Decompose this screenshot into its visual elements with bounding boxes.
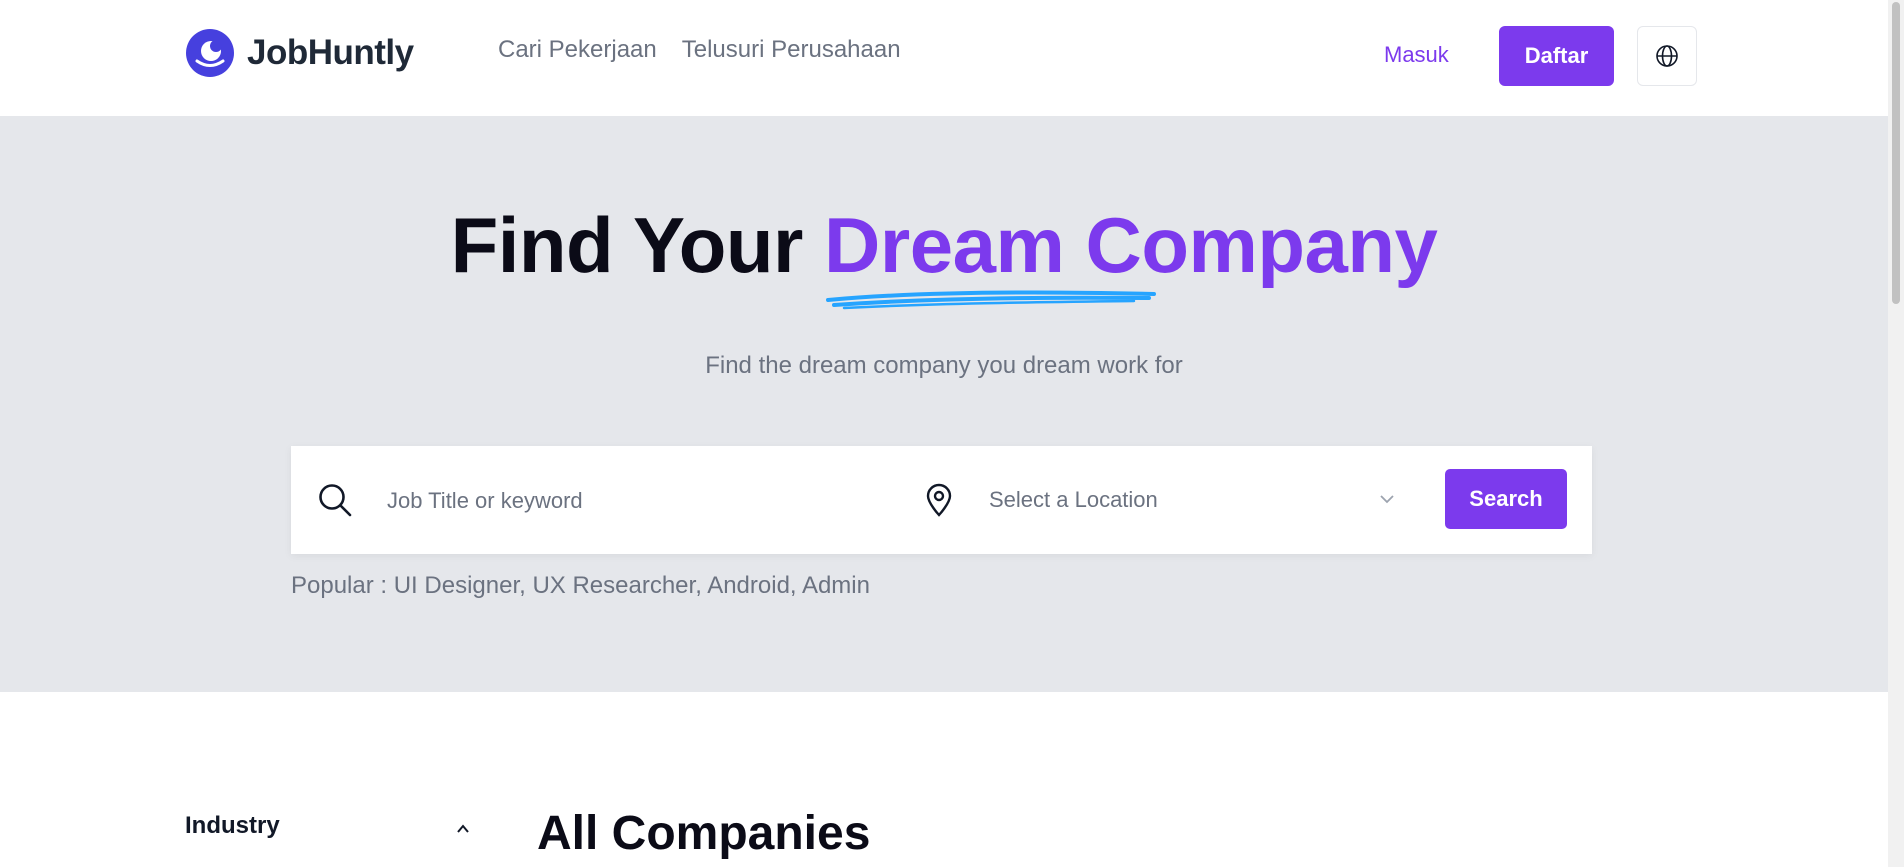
nav-item-find-jobs[interactable]: Cari Pekerjaan: [498, 36, 657, 64]
search-button[interactable]: Search: [1445, 469, 1567, 529]
login-link[interactable]: Masuk: [1384, 42, 1449, 68]
scribble-underline: [826, 290, 1157, 310]
search-icon: [319, 484, 352, 517]
hero-subtitle: Find the dream company you dream work fo…: [705, 352, 1183, 379]
scrollbar-thumb[interactable]: [1892, 2, 1900, 304]
brand-logo[interactable]: JobHuntly: [185, 28, 414, 78]
industry-filter-title[interactable]: Industry: [185, 812, 280, 840]
hero-title-plain: Find Your: [450, 201, 804, 289]
language-button[interactable]: [1637, 26, 1697, 86]
page-scrollbar[interactable]: [1888, 0, 1904, 867]
hero-section: Find Your Dream Company Find the dream c…: [0, 116, 1888, 692]
logo-icon: [186, 29, 234, 77]
location-pin-icon: [926, 483, 952, 517]
chevron-up-icon[interactable]: [454, 820, 472, 838]
hero-title: Find Your Dream Company: [0, 200, 1888, 310]
brand-name: JobHuntly: [247, 33, 414, 72]
hero-title-accent-text: Dream Company: [824, 201, 1438, 289]
top-navbar: JobHuntly Cari Pekerjaan Telusuri Perusa…: [0, 0, 1888, 115]
nav-item-browse-companies[interactable]: Telusuri Perusahaan: [682, 36, 901, 64]
popular-searches: Popular : UI Designer, UX Researcher, An…: [291, 572, 870, 599]
hero-title-accent: Dream Company: [824, 200, 1438, 310]
search-bar: Select a Location Search: [291, 446, 1592, 554]
keyword-input[interactable]: [385, 476, 869, 526]
globe-icon: [1656, 45, 1678, 67]
section-title: All Companies: [537, 807, 871, 860]
location-select[interactable]: Select a Location: [989, 476, 1389, 524]
location-placeholder: Select a Location: [989, 487, 1158, 512]
signup-button[interactable]: Daftar: [1499, 26, 1614, 86]
main-nav: Cari Pekerjaan Telusuri Perusahaan: [498, 36, 926, 64]
chevron-down-icon: [1380, 495, 1394, 504]
